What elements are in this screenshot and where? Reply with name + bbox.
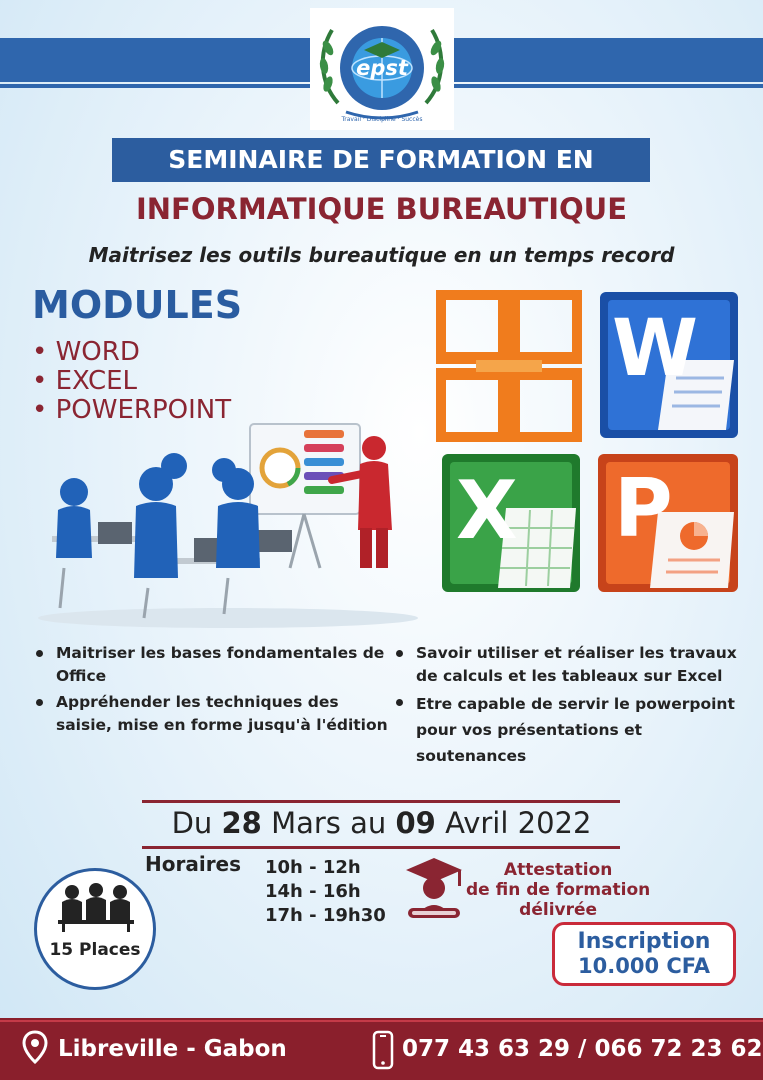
schedule-slot: 14h - 16h [265, 881, 361, 902]
date-bottom-rule [142, 846, 620, 849]
seminar-subject: INFORMATIQUE BUREAUTIQUE [135, 192, 628, 226]
registration-price: 10.000 CFA [578, 954, 710, 978]
registration-box: Inscription 10.000 CFA [552, 922, 736, 986]
objectives-left: Maitriser les bases fondamentales de Off… [32, 642, 388, 740]
footer-location: Libreville - Gabon [58, 1036, 287, 1062]
excel-letter: X [456, 464, 518, 557]
people-icon [58, 883, 134, 932]
word-letter: W [612, 304, 699, 394]
objective-item: Etre capable de servir le powerpoint pou… [392, 691, 742, 769]
office-logo-icon [434, 288, 584, 444]
powerpoint-letter: P [614, 462, 673, 555]
logo-text: epst [356, 56, 408, 80]
date-top-rule [142, 800, 620, 803]
places-label: 15 Places [49, 940, 141, 960]
footer-line [0, 1020, 763, 1022]
logo-motto: Travail · Discipline · Succès [341, 116, 423, 123]
certificate-text: Attestation de fin de formation délivrée [466, 860, 651, 920]
seminar-title: SEMINAIRE DE FORMATION EN [112, 138, 650, 182]
schedule-slots: 10h - 12h 14h - 16h 17h - 19h30 [265, 856, 386, 928]
tagline: Maitrisez les outils bureautique en un t… [88, 243, 675, 267]
objective-item: Maitriser les bases fondamentales de Off… [32, 642, 388, 688]
module-item-excel: • EXCEL [32, 366, 138, 396]
word-icon: W [598, 290, 740, 440]
location-pin-icon [22, 1030, 48, 1065]
registration-label: Inscription [577, 929, 711, 954]
phone-icon [372, 1030, 394, 1070]
graduate-icon [406, 858, 462, 918]
schedule-slot: 10h - 12h [265, 857, 361, 878]
excel-icon: X [440, 452, 582, 594]
schedule-label: Horaires [145, 852, 242, 876]
schedule-slot: 17h - 19h30 [265, 905, 386, 926]
classroom-illustration [38, 423, 418, 628]
school-logo: epst Travail · Discipline · Succès [310, 8, 454, 130]
module-item-word: • WORD [32, 337, 140, 367]
objectives-right: Savoir utiliser et réaliser les travaux … [392, 642, 742, 772]
training-dates: Du 28 Mars au 09 Avril 2022 [171, 806, 592, 840]
modules-heading: MODULES [32, 283, 243, 327]
footer-phones: 077 43 63 29 / 066 72 23 62 [402, 1036, 763, 1062]
objective-item: Savoir utiliser et réaliser les travaux … [392, 642, 742, 688]
objective-item: Appréhender les techniques des saisie, m… [32, 691, 388, 737]
powerpoint-icon: P [596, 452, 740, 594]
